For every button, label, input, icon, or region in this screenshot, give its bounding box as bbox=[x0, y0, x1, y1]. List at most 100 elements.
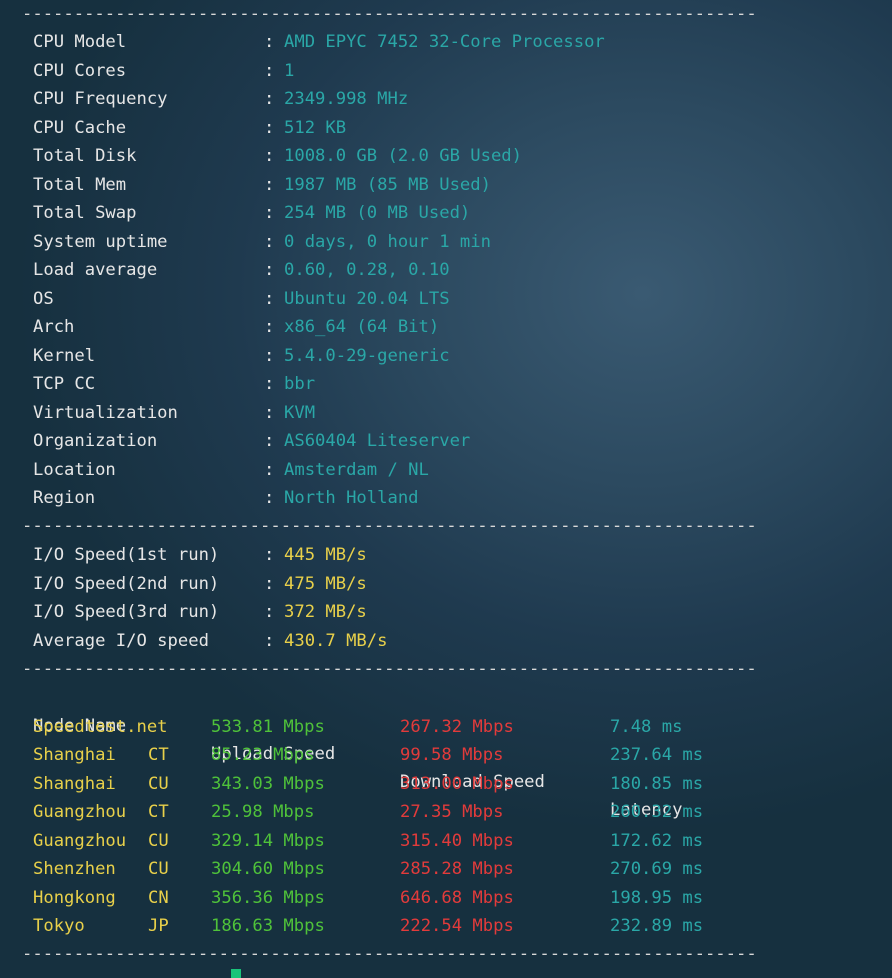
info-value: North Holland bbox=[284, 488, 419, 508]
download-speed: 27.35 Mbps bbox=[400, 802, 504, 822]
terminal-cursor[interactable] bbox=[231, 969, 241, 978]
info-key: Arch bbox=[33, 317, 75, 337]
info-key: Total Disk bbox=[33, 146, 137, 166]
colon: : bbox=[264, 488, 275, 508]
node-isp: CU bbox=[148, 859, 169, 879]
colon: : bbox=[264, 317, 275, 337]
latency-value: 198.95 ms bbox=[610, 887, 704, 908]
info-value: AMD EPYC 7452 32-Core Processor bbox=[284, 32, 605, 52]
info-value: Amsterdam / NL bbox=[284, 459, 429, 480]
latency-value: 237.64 ms bbox=[610, 745, 704, 765]
info-key: CPU Cores bbox=[33, 60, 127, 81]
info-key: CPU Cache bbox=[33, 117, 127, 138]
info-value: KVM bbox=[284, 402, 316, 423]
colon: : bbox=[264, 32, 275, 52]
node-name: Hongkong bbox=[33, 887, 116, 908]
upload-speed: 186.63 Mbps bbox=[211, 916, 325, 936]
info-key: Virtualization bbox=[33, 402, 178, 423]
colon: : bbox=[264, 431, 275, 451]
node-name: Tokyo bbox=[33, 916, 85, 936]
node-isp: CT bbox=[148, 802, 169, 822]
separator-line: ----------------------------------------… bbox=[22, 516, 758, 536]
colon: : bbox=[264, 288, 275, 309]
latency-value: 7.48 ms bbox=[610, 716, 683, 737]
info-value: 512 KB bbox=[284, 117, 347, 138]
colon: : bbox=[264, 260, 275, 280]
node-isp: CT bbox=[148, 745, 169, 765]
info-value: 254 MB (0 MB Used) bbox=[284, 203, 471, 223]
io-key: I/O Speed(1st run) bbox=[33, 545, 220, 565]
io-key: Average I/O speed bbox=[33, 630, 209, 651]
io-key: I/O Speed(3rd run) bbox=[33, 602, 220, 622]
upload-speed: 25.98 Mbps bbox=[211, 802, 315, 822]
info-value: 1008.0 GB (2.0 GB Used) bbox=[284, 146, 522, 166]
info-key: System uptime bbox=[33, 231, 168, 252]
colon: : bbox=[264, 545, 275, 565]
io-value: 475 MB/s bbox=[284, 573, 367, 594]
latency-value: 172.62 ms bbox=[610, 830, 704, 851]
download-speed: 315.40 Mbps bbox=[400, 830, 514, 851]
info-key: Total Mem bbox=[33, 174, 127, 195]
separator-line: ----------------------------------------… bbox=[22, 659, 758, 679]
separator-line: ----------------------------------------… bbox=[22, 4, 758, 24]
upload-speed: 304.60 Mbps bbox=[211, 859, 325, 879]
info-value: 1987 MB (85 MB Used) bbox=[284, 174, 491, 195]
info-value: AS60404 Liteserver bbox=[284, 431, 471, 451]
info-key: TCP CC bbox=[33, 374, 96, 394]
colon: : bbox=[264, 602, 275, 622]
upload-speed: 329.14 Mbps bbox=[211, 830, 325, 851]
upload-speed: 85.23 Mbps bbox=[211, 745, 315, 765]
download-speed: 313.00 Mbps bbox=[400, 773, 514, 794]
info-key: Location bbox=[33, 459, 116, 480]
info-value: 1 bbox=[284, 60, 295, 81]
info-value: 0 days, 0 hour 1 min bbox=[284, 231, 491, 252]
colon: : bbox=[264, 60, 275, 81]
colon: : bbox=[264, 146, 275, 166]
io-value: 430.7 MB/s bbox=[284, 630, 388, 651]
node-isp: CU bbox=[148, 830, 169, 851]
colon: : bbox=[264, 117, 275, 138]
info-value: bbr bbox=[284, 374, 316, 394]
info-key: CPU Frequency bbox=[33, 89, 168, 109]
colon: : bbox=[264, 345, 275, 366]
info-value: Ubuntu 20.04 LTS bbox=[284, 288, 450, 309]
latency-value: 260.32 ms bbox=[610, 802, 704, 822]
colon: : bbox=[264, 174, 275, 195]
colon: : bbox=[264, 231, 275, 252]
upload-speed: 356.36 Mbps bbox=[211, 887, 325, 908]
info-key: Total Swap bbox=[33, 203, 137, 223]
download-speed: 285.28 Mbps bbox=[400, 859, 514, 879]
colon: : bbox=[264, 459, 275, 480]
colon: : bbox=[264, 402, 275, 423]
node-name: Guangzhou bbox=[33, 830, 127, 851]
colon: : bbox=[264, 203, 275, 223]
colon: : bbox=[264, 374, 275, 394]
colon: : bbox=[264, 630, 275, 651]
latency-value: 180.85 ms bbox=[610, 773, 704, 794]
colon: : bbox=[264, 573, 275, 594]
io-value: 372 MB/s bbox=[284, 602, 367, 622]
node-name: Shanghai bbox=[33, 745, 116, 765]
node-name: Speedtest.net bbox=[33, 716, 168, 737]
download-speed: 222.54 Mbps bbox=[400, 916, 514, 936]
node-name: Shanghai bbox=[33, 773, 116, 794]
node-isp: JP bbox=[148, 916, 169, 936]
node-isp: CU bbox=[148, 773, 169, 794]
node-name: Guangzhou bbox=[33, 802, 127, 822]
info-value: 0.60, 0.28, 0.10 bbox=[284, 260, 450, 280]
io-key: I/O Speed(2nd run) bbox=[33, 573, 220, 594]
node-name: Shenzhen bbox=[33, 859, 116, 879]
info-value: 5.4.0-29-generic bbox=[284, 345, 450, 366]
info-key: Organization bbox=[33, 431, 158, 451]
download-speed: 99.58 Mbps bbox=[400, 745, 504, 765]
info-value: 2349.998 MHz bbox=[284, 89, 409, 109]
speedtest-header-row: Node Name Upload Speed Download Speed La… bbox=[0, 684, 682, 820]
download-speed: 267.32 Mbps bbox=[400, 716, 514, 737]
node-isp: CN bbox=[148, 887, 169, 908]
info-key: Region bbox=[33, 488, 96, 508]
info-key: Kernel bbox=[33, 345, 96, 366]
info-key: Load average bbox=[33, 260, 158, 280]
separator-line: ----------------------------------------… bbox=[22, 944, 758, 964]
info-value: x86_64 (64 Bit) bbox=[284, 317, 440, 337]
info-key: CPU Model bbox=[33, 32, 127, 52]
